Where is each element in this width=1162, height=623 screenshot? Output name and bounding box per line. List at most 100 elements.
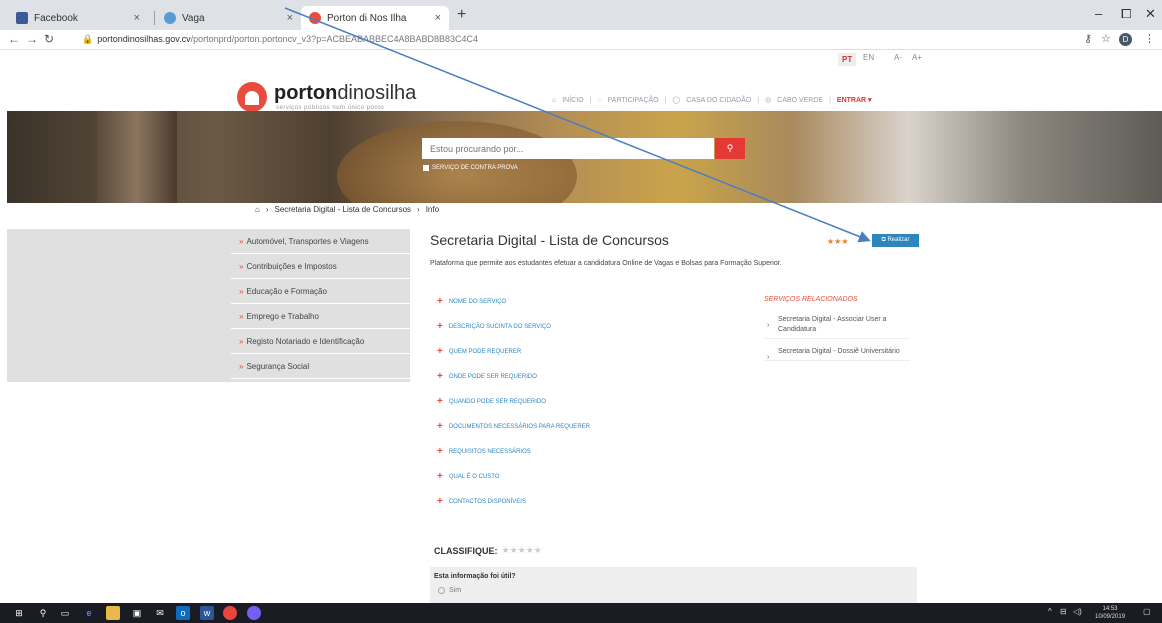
minimize-button[interactable]: – [1095,6,1102,21]
sidebar-item-emprego[interactable]: » Emprego e Trabalho [231,304,416,329]
url-path: /portonprd/porton.portoncv_v3?p=ACBEABAB… [190,34,479,44]
tab-separator [154,11,155,25]
viber-icon[interactable] [247,606,261,620]
star-icon[interactable]: ☆ [1101,32,1111,45]
feedback-yes-option[interactable]: Sim [438,587,461,594]
maximize-button[interactable]: ⧠ [1121,6,1131,22]
related-label: Secretaria Digital - Associar User a Can… [778,316,887,333]
classifique: CLASSIFIQUE: ★★★★★ [434,545,542,556]
contra-prova-checkbox[interactable]: SERVIÇO DE CONTRA PROVA [423,165,518,171]
sidebar-item-educacao[interactable]: » Educação e Formação [231,279,416,304]
forward-arrow-icon[interactable]: → [26,32,38,46]
logo-icon[interactable] [237,82,267,112]
section-nome[interactable]: + NOME DO SERVIÇO [437,296,506,307]
nav-separator: | [589,96,592,104]
new-tab-button[interactable]: + [457,6,466,24]
breadcrumb-item[interactable]: Info [426,205,439,214]
network-icon[interactable]: ⊟ [1060,607,1067,616]
taskbar: ⊞ ⚲ ▭ e ▣ ✉ o w ^ ⊟ ◁) ▢ [0,603,1162,623]
realizar-button[interactable]: ⧉ Realizar [872,234,919,247]
sidebar-item-registo[interactable]: » Registo Notariado e Identificação [231,329,416,354]
section-label: QUEM PODE REQUERER [448,348,522,355]
outlook-icon[interactable]: o [176,606,190,620]
edge-icon[interactable]: e [82,606,96,620]
page-title: Secretaria Digital - Lista de Concursos [430,232,669,248]
chevron-right-icon: › [265,205,269,214]
checkbox[interactable] [423,165,429,171]
search-icon[interactable]: ⚲ [36,606,50,620]
taskbar-clock[interactable]: 14:53 10/09/2019 [1095,605,1125,621]
window-close-button[interactable]: ✕ [1145,6,1156,22]
close-icon[interactable]: × [435,12,441,24]
home-icon[interactable]: ⌂ [255,205,260,214]
related-item-dossie[interactable]: › Secretaria Digital - Dossiê Universitár… [764,345,910,361]
tab-porton[interactable]: Porton di Nos Ilha × [301,6,449,30]
section-requisitos[interactable]: + REQUISITOS NECESSÁRIOS [437,446,531,457]
chevron-up-icon[interactable]: ^ [1048,607,1052,616]
word-icon[interactable]: w [200,606,214,620]
flag-icon: ◎ [765,97,772,104]
address-bar: ← → ↻ 🔒 portondinosilhas.gov.cv/portonprd… [0,30,1162,50]
key-icon[interactable]: ⚷ [1084,32,1092,45]
chevron-right-icon: » [239,236,244,246]
service-description: Plataforma que permite aos estudantes ef… [430,260,782,267]
url-field[interactable]: 🔒 portondinosilhas.gov.cv/portonprd/porto… [82,34,478,45]
clock-date: 10/09/2019 [1095,614,1126,620]
section-quando[interactable]: + QUANDO PODE SER REQUERIDO [437,396,546,407]
related-item-associar[interactable]: › Secretaria Digital - Associar User a Ca… [764,313,910,339]
windows-start-icon[interactable]: ⊞ [12,606,26,620]
section-quem[interactable]: + QUEM PODE REQUERER [437,346,521,357]
radio-button[interactable] [438,587,445,594]
breadcrumb: ⌂ › Secretaria Digital - Lista de Concur… [255,205,439,214]
sidebar-item-label: Educação e Formação [246,286,327,296]
menu-icon[interactable]: ⋮ [1144,32,1155,45]
nav-casa-do-cidadao[interactable]: CASA DO CIDADÃO [686,97,751,104]
logo-text[interactable]: portondinosilha [274,82,416,105]
search-button[interactable]: ⚲ [715,138,745,159]
sidebar-item-seguranca[interactable]: » Segurança Social [231,354,416,379]
nav-entrar[interactable]: ENTRAR ▾ [837,96,872,104]
task-view-icon[interactable]: ▭ [58,606,72,620]
lang-en[interactable]: EN [863,53,874,62]
classifique-label: CLASSIFIQUE: [434,545,498,556]
logo-bold: porton [274,82,338,104]
plus-icon: + [437,371,443,382]
close-icon[interactable]: × [134,12,140,24]
section-descricao[interactable]: + DESCRIÇÃO SUCINTA DO SERVIÇO [437,321,551,332]
tab-vaga[interactable]: Vaga × [156,6,301,30]
font-smaller[interactable]: A- [894,53,902,62]
volume-icon[interactable]: ◁) [1073,607,1082,616]
nav-inicio[interactable]: INÍCIO [562,97,583,104]
section-label: DESCRIÇÃO SUCINTA DO SERVIÇO [448,323,551,330]
close-icon[interactable]: × [287,12,293,24]
related-heading: SERVIÇOS RELACIONADOS [764,296,858,303]
nav-participacao[interactable]: PARTICIPAÇÃO [608,97,659,104]
section-contactos[interactable]: + CONTACTOS DISPONÍVEIS [437,496,526,507]
classifique-stars[interactable]: ★★★★★ [502,545,542,556]
notification-icon[interactable]: ▢ [1143,607,1151,616]
tab-facebook[interactable]: Facebook × [8,6,148,30]
search-input[interactable] [422,138,714,159]
profile-avatar[interactable]: D [1119,33,1132,46]
font-larger[interactable]: A+ [912,53,922,62]
sidebar-item-automovel[interactable]: » Automóvel, Transportes e Viagens [231,229,416,254]
chrome-icon[interactable] [223,606,237,620]
section-custo[interactable]: + QUAL É O CUSTO [437,471,500,482]
lang-pt[interactable]: PT [838,53,857,66]
reload-icon[interactable]: ↻ [44,32,54,46]
sidebar-item-contribuicoes[interactable]: » Contribuições e Impostos [231,254,416,279]
section-label: QUANDO PODE SER REQUERIDO [448,398,546,405]
section-onde[interactable]: + ONDE PODE SER REQUERIDO [437,371,537,382]
back-arrow-icon[interactable]: ← [8,32,20,46]
hero-image-post [97,111,177,203]
mail-icon[interactable]: ✉ [153,606,167,620]
store-icon[interactable]: ▣ [130,606,144,620]
chevron-right-icon: › [767,354,770,361]
search-icon: ⚲ [726,143,734,153]
file-explorer-icon[interactable] [106,606,120,620]
section-label: CONTACTOS DISPONÍVEIS [448,498,526,505]
chevron-right-icon: » [239,311,244,321]
breadcrumb-item[interactable]: Secretaria Digital - Lista de Concursos [275,205,412,214]
nav-cabo-verde[interactable]: CABO VERDE [777,97,823,104]
section-documentos[interactable]: + DOCUMENTOS NECESSÁRIOS PARA REQUERER [437,421,590,432]
